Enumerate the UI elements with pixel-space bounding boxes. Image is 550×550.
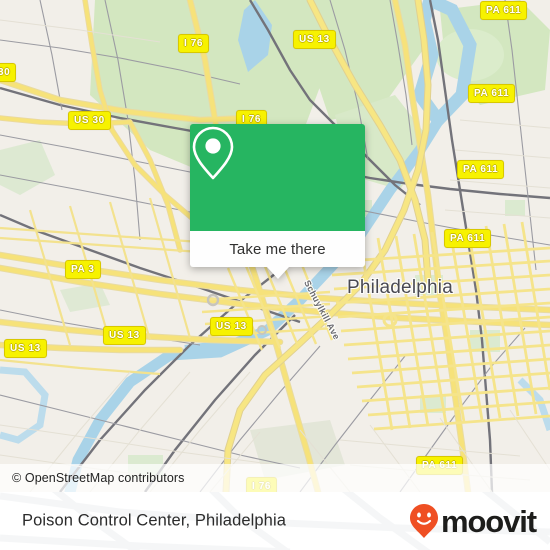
- highway-shield-us13-edge[interactable]: US 13: [4, 339, 47, 358]
- highway-shield-pa3[interactable]: PA 3: [65, 260, 101, 279]
- highway-shield-us13-north[interactable]: US 13: [293, 30, 336, 49]
- highway-shield-us30-edge[interactable]: 30: [0, 63, 17, 82]
- highway-shield-pa611-4[interactable]: PA 611: [444, 229, 492, 248]
- map-place-label-philadelphia: Philadelphia: [347, 277, 453, 298]
- callout-icon-area: [190, 124, 365, 231]
- highway-shield-us30[interactable]: US 30: [68, 111, 111, 130]
- place-title: Poison Control Center, Philadelphia: [22, 511, 286, 530]
- moovit-place-card: Philadelphia Schuylkill Ave I 76 US 13 I…: [0, 0, 550, 550]
- moovit-brand-logo[interactable]: moovit: [409, 503, 537, 539]
- take-me-there-label: Take me there: [229, 240, 326, 258]
- moovit-pin-smiley-icon: [409, 504, 438, 538]
- callout-action-bar[interactable]: Take me there: [190, 231, 365, 267]
- highway-shield-pa611-1[interactable]: PA 611: [480, 1, 528, 20]
- map-pin-icon: [192, 126, 234, 180]
- highway-shield-pa611-2[interactable]: PA 611: [468, 84, 516, 103]
- highway-shield-us13-west[interactable]: US 13: [103, 326, 146, 345]
- location-callout-card[interactable]: Take me there: [190, 124, 365, 279]
- footer-bar: Poison Control Center, Philadelphia moov…: [0, 492, 550, 550]
- highway-shield-pa611-3[interactable]: PA 611: [457, 160, 505, 179]
- map-attribution-bar: © OpenStreetMap contributors: [0, 464, 550, 492]
- moovit-wordmark: moovit: [440, 503, 537, 539]
- highway-shield-i76-north[interactable]: I 76: [178, 34, 210, 53]
- map-canvas[interactable]: Philadelphia Schuylkill Ave I 76 US 13 I…: [0, 0, 550, 492]
- callout-pointer-tail: [267, 267, 289, 279]
- osm-attribution-text[interactable]: © OpenStreetMap contributors: [0, 471, 185, 485]
- highway-shield-us13-center[interactable]: US 13: [210, 317, 253, 336]
